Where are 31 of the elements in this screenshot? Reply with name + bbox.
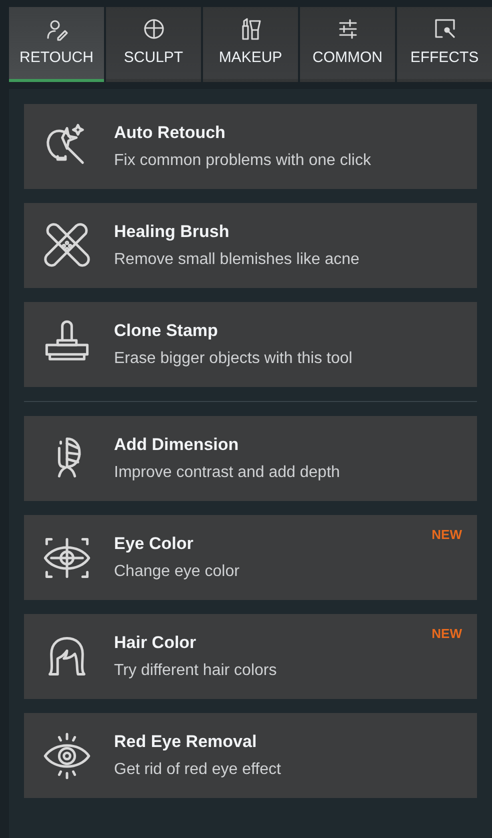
tab[interactable]: MAKEUP <box>203 7 298 82</box>
tab[interactable]: EFFECTS <box>397 7 492 82</box>
tool-title: Hair Color <box>114 632 198 654</box>
tool-title: Red Eye Removal <box>114 730 258 753</box>
tool-title: Clone Stamp <box>114 320 219 342</box>
tool-description: Erase bigger objects with this tool <box>114 349 352 370</box>
tool-title: Healing Brush <box>114 220 230 243</box>
tab[interactable]: SCULPT <box>106 7 201 82</box>
tool-card[interactable]: Auto Retouch Fix common problems with one click <box>24 104 477 189</box>
tool-description: Try different hair colors <box>114 661 277 682</box>
tool-title: Auto Retouch <box>114 122 226 144</box>
new-label: NEW <box>432 526 462 544</box>
tool-title: Add Dimension <box>114 434 240 456</box>
tool-card[interactable]: Clone Stamp Erase bigger objects with this tool <box>24 302 477 387</box>
tool-description: Remove small blemishes like acne <box>114 250 360 270</box>
magic-cursor-icon <box>432 16 456 41</box>
tab[interactable]: COMMON <box>300 7 395 82</box>
tool-description: Change eye color <box>114 562 240 582</box>
tool-card[interactable]: Red Eye Removal Get rid of red eye effect <box>24 713 477 798</box>
tool-title: Eye Color <box>114 532 194 555</box>
tool-card[interactable]: Add Dimension Improve contrast and add depth <box>24 416 477 501</box>
tool-card[interactable]: Healing Brush Remove small blemishes like acne <box>24 203 477 288</box>
tab[interactable]: RETOUCH <box>9 7 104 82</box>
eye-rays-icon <box>42 730 92 780</box>
tool-card[interactable]: Eye Color Change eye color NEW <box>24 515 477 600</box>
new-label: NEW <box>432 625 462 643</box>
tool-description: Fix common problems with one click <box>114 151 371 172</box>
tool-description: Get rid of red eye effect <box>114 760 281 780</box>
tool-description: Improve contrast and add depth <box>114 463 340 484</box>
tool-card[interactable]: Hair Color Try different hair colors NEW <box>24 614 477 699</box>
crosshair-circle-icon <box>142 16 166 41</box>
